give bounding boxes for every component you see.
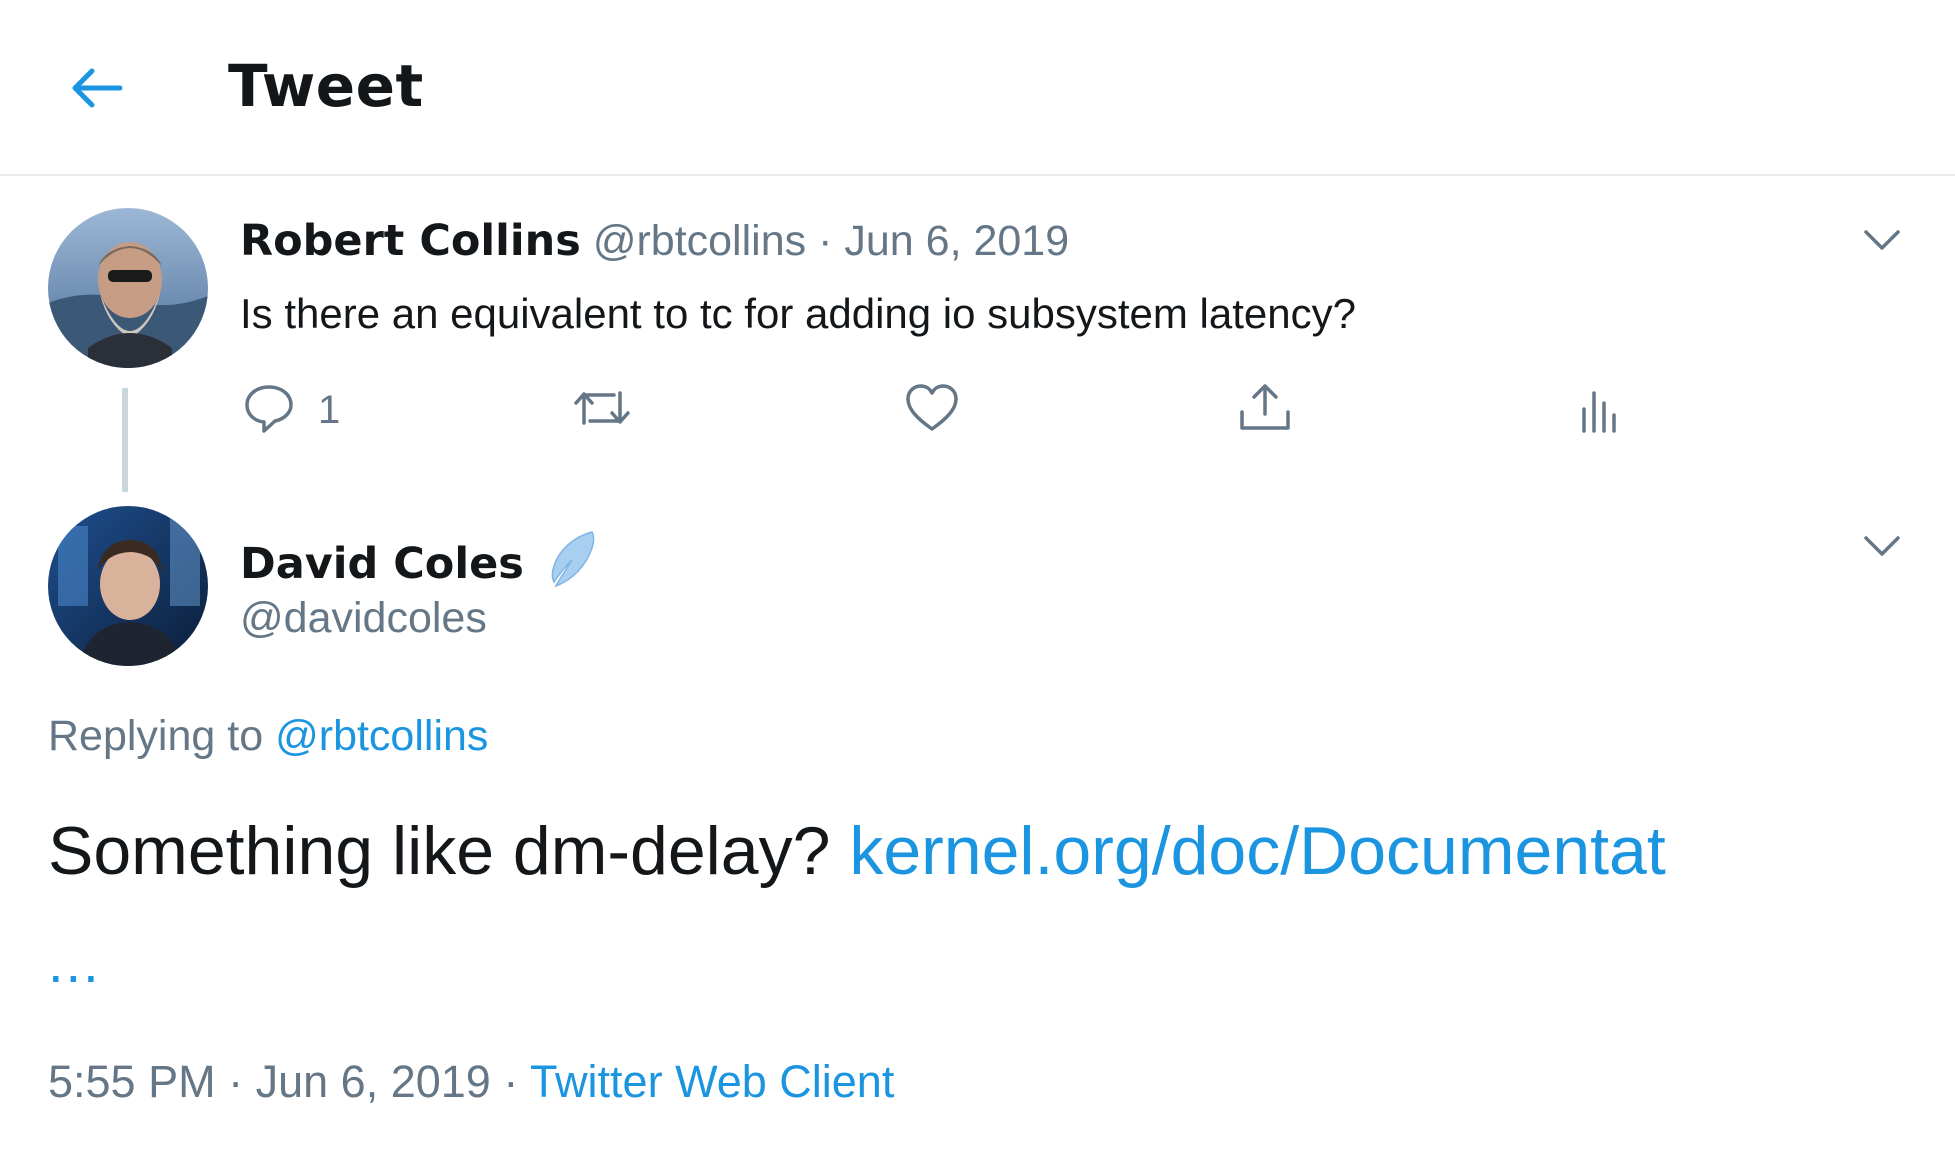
retweet-button[interactable] <box>570 380 634 440</box>
tweet-meta: 5:55 PM · Jun 6, 2019 · Twitter Web Clie… <box>48 1056 894 1108</box>
page-title: Tweet <box>228 52 424 120</box>
reply-author-name[interactable]: David Coles <box>240 539 524 589</box>
parent-tweet-text: Is there an equivalent to tc for adding … <box>240 290 1356 337</box>
reply-tweet-menu-button[interactable] <box>1858 524 1906 572</box>
meta-separator: · <box>228 1056 244 1107</box>
like-icon <box>903 381 961 440</box>
reply-link[interactable]: kernel.org/doc/Documentat <box>849 813 1665 889</box>
tweet-page: Tweet Robert Collins @rbtcollins · Jun 6… <box>0 0 1955 1161</box>
analytics-button[interactable] <box>1576 380 1620 440</box>
tweet-date[interactable]: Jun 6, 2019 <box>844 217 1069 265</box>
reply-tweet-text: Something like dm-delay? kernel.org/doc/… <box>48 812 1666 890</box>
arrow-left-icon <box>68 66 124 115</box>
reply-icon <box>242 381 296 440</box>
tweet-source-link[interactable]: Twitter Web Client <box>530 1056 894 1107</box>
avatar-robert-collins[interactable] <box>48 208 208 368</box>
tweet-time[interactable]: 5:55 PM <box>48 1056 216 1107</box>
reply-link-ellipsis[interactable]: ... <box>48 930 101 995</box>
avatar-david-coles[interactable] <box>48 506 208 666</box>
reply-author-handle[interactable]: @davidcoles <box>240 594 487 643</box>
reply-author-name-row: David Coles <box>240 528 598 599</box>
replying-to: Replying to @rbtcollins <box>48 712 488 761</box>
parent-tweet-header: Robert Collins @rbtcollins · Jun 6, 2019 <box>240 216 1069 266</box>
share-icon <box>1236 380 1294 441</box>
reply-count: 1 <box>318 387 341 432</box>
parent-tweet-menu-button[interactable] <box>1858 218 1906 266</box>
reply-button[interactable]: 1 <box>242 380 340 440</box>
share-button[interactable] <box>1236 380 1294 440</box>
author-name[interactable]: Robert Collins <box>240 216 581 266</box>
tweet-full-date[interactable]: Jun 6, 2019 <box>256 1056 491 1107</box>
chevron-down-icon <box>1862 228 1902 257</box>
replying-handle-link[interactable]: @rbtcollins <box>275 712 488 760</box>
author-handle[interactable]: @rbtcollins <box>593 217 806 265</box>
like-button[interactable] <box>903 380 961 440</box>
analytics-icon <box>1576 381 1620 440</box>
back-button[interactable] <box>64 58 128 122</box>
separator: · <box>818 217 833 265</box>
thread-connector <box>122 388 128 492</box>
meta-separator: · <box>503 1056 519 1107</box>
feather-icon <box>542 528 598 599</box>
replying-prefix: Replying to <box>48 712 264 760</box>
retweet-icon <box>570 381 634 440</box>
chevron-down-icon <box>1862 534 1902 563</box>
reply-text: Something like dm-delay? <box>48 813 831 889</box>
page-header: Tweet <box>0 0 1955 176</box>
